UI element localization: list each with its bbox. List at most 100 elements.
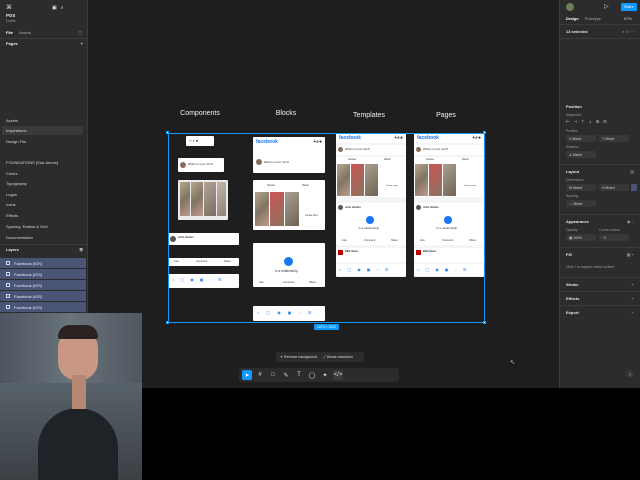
dev-mode-icon[interactable]: </> (333, 370, 343, 380)
tab-file[interactable]: File (6, 30, 13, 35)
avatar (170, 236, 176, 242)
block-tab-bar[interactable]: ⌂▢◉▣◌☰ (253, 306, 325, 321)
add-fill-icon[interactable]: ▦ + (627, 252, 634, 257)
tab-bar-icons: ⌂▢◉▣◌☰ (417, 267, 473, 272)
tab-prototype[interactable]: Prototype (585, 17, 601, 21)
layout-icon[interactable]: ▣ (52, 5, 57, 11)
height-field[interactable]: H Mixed (599, 184, 629, 191)
x-field[interactable]: X Mixed (566, 135, 596, 142)
component-header-icons[interactable]: + ⌕ ● (186, 136, 214, 146)
page-label: Inspirations (6, 128, 27, 133)
corner-field[interactable]: ◜ 0 (599, 234, 629, 241)
opacity-label: Opacity (566, 228, 578, 232)
fb-header: facebook +⌕● (336, 133, 406, 143)
shape-tool-icon[interactable]: □ (268, 370, 278, 380)
page-item-icons[interactable]: Icons (6, 200, 83, 209)
move-tool-icon[interactable]: ➤ (242, 370, 252, 380)
add-page-icon[interactable]: + (81, 41, 83, 46)
block-post[interactable]: In a relationship Like Comment Share (253, 243, 325, 287)
layer-label: Facebook (IOS) (14, 271, 43, 277)
add-effect-icon[interactable]: + (632, 296, 634, 301)
actions-tool-icon[interactable]: ✦ (320, 370, 330, 380)
file-status: Drafts (6, 19, 16, 23)
boost-resolution-button[interactable]: ⤢ Boost resolution (323, 355, 353, 359)
opacity-field[interactable]: ▦ 100% (566, 234, 596, 241)
y-field[interactable]: Y Mixed (599, 135, 629, 142)
add-export-icon[interactable]: + (632, 310, 634, 315)
constrain-icon[interactable] (631, 184, 637, 191)
header-icons: +⌕● (472, 135, 481, 141)
page-frame[interactable]: facebook +⌕● What's on your mind? Stories… (414, 133, 484, 277)
story-image (365, 164, 378, 196)
text-tool-icon[interactable]: T (294, 370, 304, 380)
component-composer[interactable]: What's on your mind? (178, 158, 224, 172)
relationship-text: In a relationship (436, 226, 458, 230)
page-item-colors[interactable]: Colors (6, 169, 83, 178)
resize-handle[interactable] (483, 321, 486, 324)
zoom-level[interactable]: 57% (624, 17, 632, 21)
comment-tool-icon[interactable]: ◯ (307, 370, 317, 380)
help-icon[interactable]: ? (626, 370, 634, 378)
resize-handle[interactable] (166, 321, 169, 324)
template-frame[interactable]: facebook +⌕● What's on your mind? Stories… (336, 133, 406, 277)
page-item-effects[interactable]: Effects (6, 211, 83, 220)
layer-label: Facebook (IOS) (14, 260, 43, 266)
panel-toggle-icon[interactable]: ▢ (78, 30, 82, 35)
share-label: Share (391, 239, 398, 242)
news-title: BBC News (345, 250, 359, 253)
avatar[interactable] (566, 3, 574, 11)
page-item-logos[interactable]: Logos (6, 190, 83, 199)
layers-menu-icon[interactable]: ☰ (79, 247, 83, 252)
page-item-design-file[interactable]: Design File (6, 137, 83, 146)
auto-layout-icon[interactable]: ▤ (630, 169, 634, 174)
align-buttons[interactable]: ⊢⊣⊤⊥⊞⊟ (566, 119, 611, 124)
person-hair (58, 325, 98, 339)
component-tab-bar[interactable]: ⌂▢◉▣◌☰ (168, 274, 239, 288)
appearance-header-label: Appearance (566, 219, 589, 224)
divider (560, 247, 640, 248)
remove-background-button[interactable]: ✦ Remove background (280, 355, 317, 359)
person-neck (72, 375, 86, 409)
layer-item[interactable]: Facebook (IOS) (0, 291, 86, 301)
composer-placeholder: What's on your mind? (345, 148, 371, 151)
spacing-field[interactable]: ⇔ Mixed (566, 200, 596, 207)
frame-tool-icon[interactable]: # (255, 370, 265, 380)
page-item-inspirations[interactable]: Inspirations (2, 126, 83, 135)
spacing-value: Mixed (573, 201, 583, 206)
layer-item[interactable]: Facebook (IOS) (0, 258, 86, 268)
tab-assets[interactable]: Assets (19, 30, 31, 35)
add-stroke-icon[interactable]: + (632, 282, 634, 287)
page-item-foundations[interactable]: FOUNDATIONS [Sub-Atoms] (6, 158, 83, 167)
tab-design[interactable]: Design (566, 17, 579, 21)
poster-name: John Holden (178, 236, 194, 239)
pen-tool-icon[interactable]: ✎ (281, 370, 291, 380)
figma-menu-icon[interactable]: ⌘ (6, 4, 12, 11)
component-action-bar[interactable]: Like Comment Share (168, 258, 239, 266)
layer-item[interactable]: Facebook (IOS) (0, 280, 86, 290)
fill-header-label: Fill (566, 252, 572, 257)
visibility-icon[interactable]: ◉ ◌ (627, 219, 634, 224)
page-item-typography[interactable]: Typography (6, 179, 83, 188)
block-header[interactable]: facebook +⌕● What's on your mind? (253, 137, 325, 173)
width-field[interactable]: W Mixed (566, 184, 596, 191)
layer-item[interactable]: Facebook (IOS) (0, 269, 86, 279)
block-stories[interactable]: Stories Reels Create story (253, 180, 325, 230)
reels-tab: Reels (462, 158, 469, 161)
page-item-documentation[interactable]: Documentation (6, 233, 83, 242)
present-icon[interactable]: ▷ (604, 3, 609, 10)
resize-handle[interactable] (166, 131, 169, 134)
rotation-field[interactable]: ∠ Mixed (566, 151, 596, 158)
selection-size-tag: 1673 × 1022 (314, 324, 339, 330)
file-name[interactable]: POS (6, 13, 15, 18)
heart-icon (284, 257, 293, 266)
component-stories[interactable] (178, 180, 228, 220)
component-icons[interactable]: ◐ ◇ ⋯ (622, 29, 634, 34)
page-item-spacing[interactable]: Spacing, Radius & Grid (6, 222, 83, 231)
page-item-assets[interactable]: Assets (6, 116, 83, 125)
resize-handle[interactable] (483, 131, 486, 134)
webcam-overlay (0, 313, 142, 480)
search-icon[interactable]: ⌕ (61, 5, 64, 11)
layer-item[interactable]: Facebook (IOS) (0, 302, 86, 312)
share-button[interactable]: Share (621, 3, 637, 11)
component-post-header[interactable]: John Holden (168, 233, 239, 245)
